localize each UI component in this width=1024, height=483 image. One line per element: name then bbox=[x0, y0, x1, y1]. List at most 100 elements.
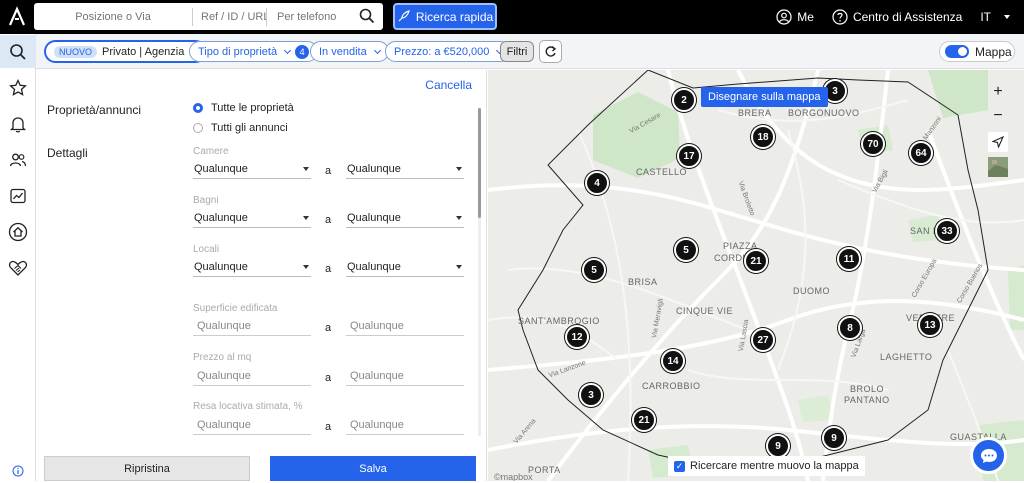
surface-to-input[interactable]: Qualunque bbox=[346, 316, 464, 336]
help-icon bbox=[832, 9, 848, 25]
map-cluster-marker[interactable]: 9 bbox=[822, 426, 846, 450]
sidebar-item-favorites[interactable] bbox=[0, 71, 36, 104]
map-cluster-marker[interactable]: 8 bbox=[838, 316, 862, 340]
sidebar-item-search[interactable] bbox=[0, 35, 36, 68]
rooms-to-select[interactable]: Qualunque bbox=[346, 159, 464, 179]
address-search-input[interactable] bbox=[34, 3, 192, 30]
cancel-link[interactable]: Cancella bbox=[425, 78, 472, 92]
map-cluster-marker[interactable]: 5 bbox=[582, 258, 606, 282]
radio-label: Tutti gli annunci bbox=[211, 122, 288, 134]
map-cluster-marker[interactable]: 70 bbox=[861, 132, 885, 156]
help-center-link[interactable]: Centro di Assistenza bbox=[832, 9, 962, 25]
sidebar-item-deals[interactable] bbox=[0, 251, 36, 284]
map-cluster-marker[interactable]: 21 bbox=[632, 408, 656, 432]
locate-button[interactable] bbox=[988, 132, 1008, 152]
area-label: DUOMO bbox=[793, 286, 830, 296]
surface-from-input[interactable]: Qualunque bbox=[193, 316, 311, 336]
ref-search-input[interactable] bbox=[193, 3, 266, 30]
property-type-filter[interactable]: Tipo di proprietà 4 bbox=[189, 41, 319, 62]
map-cluster-marker[interactable]: 27 bbox=[751, 328, 775, 352]
scrollbar-thumb[interactable] bbox=[478, 108, 481, 218]
checkbox-checked-icon[interactable]: ✓ bbox=[674, 460, 685, 472]
sidebar-item-alerts[interactable] bbox=[0, 107, 36, 140]
toggle-switch[interactable] bbox=[945, 45, 969, 58]
reset-label: Ripristina bbox=[124, 462, 170, 475]
property-type-label: Tipo di proprietà bbox=[198, 45, 278, 58]
caret-down-icon bbox=[303, 167, 309, 171]
radio-label: Tutte le proprietà bbox=[211, 102, 294, 114]
details-section-title: Dettagli bbox=[47, 146, 88, 160]
map[interactable]: BRERA BORGONUOVO CASTELLO PIAZZA CORDUSI… bbox=[488, 70, 1024, 481]
chat-button[interactable] bbox=[970, 437, 1007, 474]
price-filter[interactable]: Prezzo: a €520,000 bbox=[385, 41, 512, 62]
help-label: Centro di Assistenza bbox=[852, 10, 963, 24]
chart-icon bbox=[10, 188, 26, 203]
map-toggle[interactable]: Mappa bbox=[939, 41, 1015, 62]
map-cluster-marker[interactable]: 4 bbox=[585, 171, 609, 195]
caret-down-icon bbox=[456, 216, 462, 220]
radio-all-listings[interactable]: Tutti gli annunci bbox=[193, 122, 288, 134]
reset-button[interactable]: Ripristina bbox=[44, 456, 250, 481]
zoom-out-button[interactable]: − bbox=[993, 107, 1002, 125]
input-placeholder: Qualunque bbox=[350, 319, 404, 332]
seller-type-filter[interactable]: NUOVO Privato | Agenzia bbox=[45, 41, 207, 62]
bell-icon bbox=[9, 116, 27, 132]
caret-down-icon bbox=[456, 167, 462, 171]
sidebar-item-info[interactable] bbox=[0, 459, 36, 483]
language-selector[interactable]: IT bbox=[980, 10, 1010, 24]
app-logo-icon[interactable] bbox=[6, 6, 28, 28]
yield-to-input[interactable]: Qualunque bbox=[346, 415, 464, 435]
baths-from-select[interactable]: Qualunque bbox=[193, 208, 311, 228]
map-cluster-marker[interactable]: 18 bbox=[751, 125, 775, 149]
sidebar-item-properties[interactable] bbox=[0, 215, 36, 248]
yield-from-input[interactable]: Qualunque bbox=[193, 415, 311, 435]
map-cluster-marker[interactable]: 33 bbox=[935, 219, 959, 243]
map-cluster-marker[interactable]: 12 bbox=[565, 325, 589, 349]
map-cluster-marker[interactable]: 14 bbox=[661, 349, 685, 373]
zoom-in-button[interactable]: + bbox=[993, 83, 1002, 101]
more-filters-button[interactable]: Filtri bbox=[500, 41, 534, 62]
save-label: Salva bbox=[359, 462, 387, 475]
area-label: BRERA bbox=[738, 108, 772, 118]
search-on-move-checkbox[interactable]: ✓ Ricercare mentre muovo la mappa bbox=[668, 456, 865, 476]
phone-search-input[interactable] bbox=[267, 3, 355, 30]
map-cluster-marker[interactable]: 3 bbox=[579, 383, 603, 407]
search-on-move-label: Ricercare mentre muovo la mappa bbox=[690, 460, 859, 472]
select-value: Qualunque bbox=[194, 162, 248, 175]
rooms-from-select[interactable]: Qualunque bbox=[193, 159, 311, 179]
search-icon bbox=[10, 43, 26, 60]
search-bar bbox=[34, 3, 383, 30]
top-right-nav: Me Centro di Assistenza IT bbox=[776, 0, 1024, 34]
map-cluster-marker[interactable]: 11 bbox=[837, 247, 861, 271]
price-sqm-to-input[interactable]: Qualunque bbox=[346, 366, 464, 386]
map-cluster-marker[interactable]: 17 bbox=[677, 144, 701, 168]
quick-search-button[interactable]: Ricerca rapida bbox=[393, 3, 497, 30]
map-cluster-marker[interactable]: 64 bbox=[909, 141, 933, 165]
me-menu[interactable]: Me bbox=[776, 9, 814, 25]
satellite-layer-button[interactable] bbox=[988, 157, 1008, 177]
price-sqm-from-input[interactable]: Qualunque bbox=[193, 366, 311, 386]
map-cluster-marker[interactable]: 21 bbox=[744, 249, 768, 273]
status-filter[interactable]: In vendita bbox=[310, 41, 389, 62]
map-cluster-marker[interactable]: 5 bbox=[674, 238, 698, 262]
price-label: Prezzo: a €520,000 bbox=[394, 45, 490, 58]
refresh-button[interactable] bbox=[539, 40, 562, 63]
sidebar-item-analytics[interactable] bbox=[0, 179, 36, 212]
property-type-count-badge: 4 bbox=[295, 44, 310, 59]
area-label: BRISA bbox=[628, 277, 658, 287]
draw-on-map-tooltip[interactable]: Disegnare sulla mappa bbox=[701, 87, 828, 107]
search-icon[interactable] bbox=[359, 8, 375, 24]
tooltip-text: Disegnare sulla mappa bbox=[708, 91, 821, 103]
save-button[interactable]: Salva bbox=[270, 456, 476, 481]
radio-all-properties[interactable]: Tutte le proprietà bbox=[193, 102, 294, 114]
map-cluster-marker[interactable]: 13 bbox=[918, 313, 942, 337]
units-from-select[interactable]: Qualunque bbox=[193, 257, 311, 277]
map-cluster-marker[interactable]: 2 bbox=[672, 88, 696, 112]
baths-to-select[interactable]: Qualunque bbox=[346, 208, 464, 228]
radio-button[interactable] bbox=[193, 123, 203, 133]
map-cluster-marker[interactable]: 9 bbox=[766, 434, 790, 458]
units-to-select[interactable]: Qualunque bbox=[346, 257, 464, 277]
sidebar-item-contacts[interactable] bbox=[0, 143, 36, 176]
area-label: CASTELLO bbox=[636, 167, 688, 177]
radio-button[interactable] bbox=[193, 103, 203, 113]
